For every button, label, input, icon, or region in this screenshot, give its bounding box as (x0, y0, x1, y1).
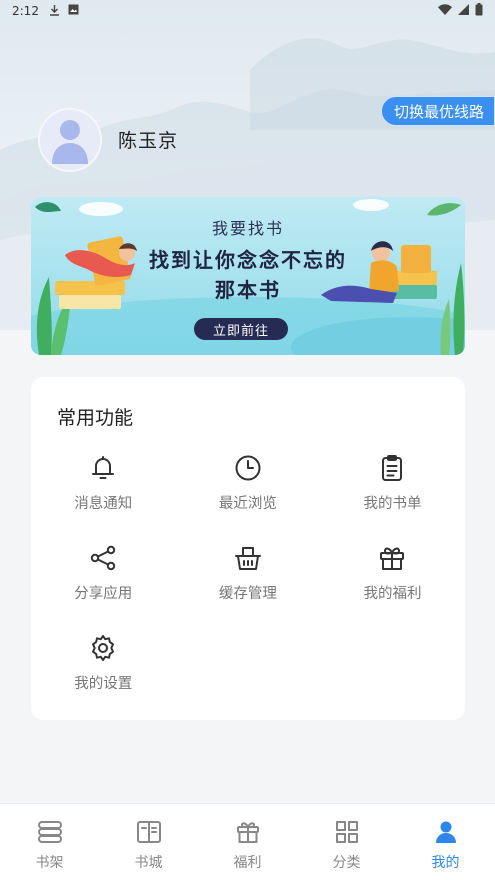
gift-icon (380, 547, 405, 570)
my-booklist-item[interactable]: 我的书单 (320, 449, 465, 539)
open-book-icon (136, 821, 161, 843)
cache-management-item[interactable]: 缓存管理 (176, 539, 321, 629)
nav-bookshelf[interactable]: 书架 (0, 804, 99, 880)
banner-title: 找到让你念念不忘的那本书 (149, 248, 347, 302)
clock-icon (235, 455, 261, 481)
go-now-button[interactable]: 立即前往 (194, 318, 288, 340)
status-bar: 2:12 (0, 0, 495, 22)
recent-browsing-item[interactable]: 最近浏览 (176, 449, 321, 539)
my-settings-label: 我的设置 (74, 676, 133, 692)
username[interactable]: 陈玉京 (118, 126, 178, 153)
banner-subtitle: 我要找书 (211, 219, 284, 238)
share-app-item[interactable]: 分享应用 (31, 539, 176, 629)
avatar[interactable] (38, 108, 102, 172)
nav-benefits[interactable]: 福利 (198, 804, 297, 880)
user-icon (435, 821, 456, 843)
nav-mine-label: 我的 (431, 855, 460, 871)
my-benefits-item[interactable]: 我的福利 (320, 539, 465, 629)
share-icon (91, 545, 116, 571)
nav-bookstore[interactable]: 书城 (99, 804, 198, 880)
battery-icon (475, 3, 483, 19)
bell-icon (92, 456, 115, 479)
functions-grid: 消息通知 最近浏览 我的书单 分享应用 缓存管理 我的福利 我的设置 (31, 449, 465, 719)
find-book-banner[interactable]: 我要找书 找到让你念念不忘的那本书 立即前往 (31, 197, 465, 355)
basket-icon (234, 547, 261, 570)
user-avatar-icon (52, 120, 88, 164)
bookshelf-icon (37, 821, 62, 843)
wifi-icon (438, 4, 452, 18)
nav-benefits-label: 福利 (233, 855, 262, 871)
card-title: 常用功能 (57, 407, 134, 429)
cache-management-label: 缓存管理 (218, 586, 277, 602)
status-time: 2:12 (12, 4, 39, 18)
grid-icon (335, 821, 358, 843)
my-benefits-label: 我的福利 (363, 586, 422, 602)
nav-mine[interactable]: 我的 (396, 804, 495, 880)
nav-bookstore-label: 书城 (134, 855, 163, 871)
notifications-label: 消息通知 (74, 496, 133, 512)
my-settings-item[interactable]: 我的设置 (31, 629, 176, 719)
common-functions-card: 常用功能 消息通知 最近浏览 我的书单 分享应用 缓存管理 我的福利 我的设置 (31, 377, 465, 720)
clipboard-icon (382, 455, 403, 481)
notifications-item[interactable]: 消息通知 (31, 449, 176, 539)
nav-categories[interactable]: 分类 (297, 804, 396, 880)
nav-bookshelf-label: 书架 (35, 855, 64, 871)
gift-icon (236, 822, 259, 843)
download-icon (49, 4, 60, 19)
my-booklist-label: 我的书单 (363, 496, 422, 512)
nav-categories-label: 分类 (332, 855, 361, 871)
signal-icon (458, 4, 469, 18)
share-app-label: 分享应用 (74, 586, 133, 602)
gear-icon (92, 635, 115, 661)
bottom-nav: 书架 书城 福利 分类 我的 (0, 803, 495, 880)
switch-route-button[interactable]: 切换最优线路 (380, 96, 495, 126)
image-icon (68, 4, 79, 18)
recent-browsing-label: 最近浏览 (218, 496, 277, 512)
